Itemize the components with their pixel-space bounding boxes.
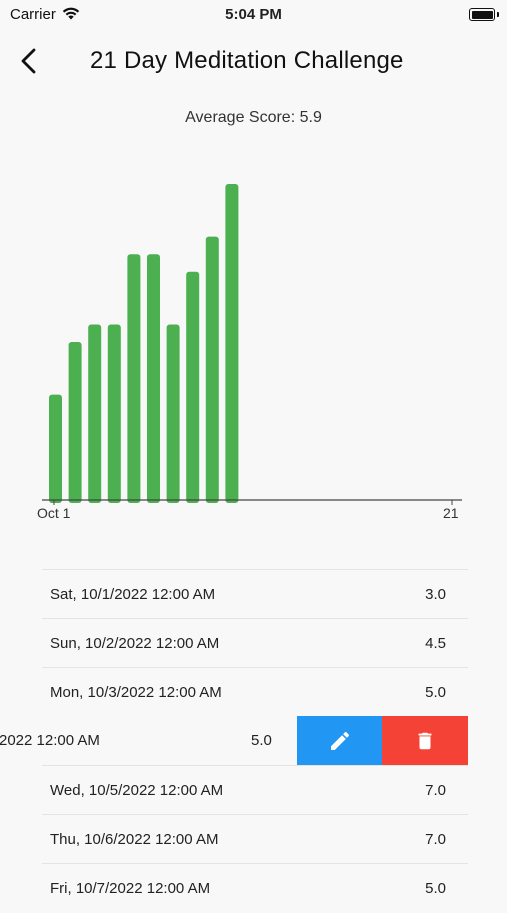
- back-chevron-icon[interactable]: [14, 44, 44, 78]
- chart-bar: [88, 324, 102, 503]
- entry-score: 5.0: [251, 732, 272, 749]
- entry-date: Sun, 10/2/2022 12:00 AM: [50, 635, 220, 652]
- page-title: 21 Day Meditation Challenge: [90, 47, 404, 74]
- pencil-icon: [330, 731, 349, 750]
- entry-score: 5.0: [425, 684, 446, 701]
- entry-score: 7.0: [425, 831, 446, 848]
- entry-date: Wed, 10/5/2022 12:00 AM: [50, 782, 224, 799]
- chart-bar: [49, 394, 62, 503]
- entry-score: 3.0: [425, 586, 446, 603]
- chart-bar: [186, 271, 200, 503]
- entry-date: Fri, 10/7/2022 12:00 AM: [50, 880, 211, 897]
- x-tick-label: Oct 1: [37, 505, 71, 521]
- entry-date: Thu, 10/6/2022 12:00 AM: [50, 831, 219, 848]
- chart-bar: [205, 236, 219, 503]
- chart-bar: [107, 324, 121, 503]
- list-item[interactable]: Sun, 10/2/2022 12:00 AM 4.5: [42, 618, 468, 668]
- list-item[interactable]: Sat, 10/1/2022 12:00 AM 3.0: [42, 569, 468, 619]
- chart-bar: [127, 254, 141, 503]
- entry-score: 4.5: [425, 635, 446, 652]
- edit-button[interactable]: [297, 716, 382, 765]
- trash-icon: [418, 732, 432, 749]
- score-bar-chart: Oct 1 21: [37, 184, 462, 521]
- chart-bar: [68, 342, 82, 503]
- clock: 5:04 PM: [225, 6, 282, 23]
- average-score: Average Score: 5.9: [185, 109, 322, 126]
- chart-bar: [166, 324, 180, 503]
- entry-date: Sat, 10/1/2022 12:00 AM: [50, 586, 216, 603]
- entry-score: 5.0: [425, 880, 446, 897]
- list-item-swiped[interactable]: Tue, 10/4/2022 12:00 AM 5.0: [0, 716, 507, 765]
- entry-score: 7.0: [425, 782, 446, 799]
- status-bar: Carrier 5:04 PM: [0, 0, 507, 30]
- chart-bar: [225, 184, 239, 503]
- x-tick-label: 21: [443, 505, 459, 521]
- nav-bar: 21 Day Meditation Challenge: [0, 38, 507, 84]
- delete-button[interactable]: [382, 716, 468, 765]
- entry-date: Tue, 10/4/2022 12:00 AM: [0, 732, 100, 749]
- chart-bar: [147, 254, 160, 503]
- entry-date: Mon, 10/3/2022 12:00 AM: [50, 684, 222, 701]
- list-item[interactable]: Thu, 10/6/2022 12:00 AM 7.0: [42, 814, 468, 864]
- list-item[interactable]: Fri, 10/7/2022 12:00 AM 5.0: [42, 863, 468, 913]
- list-item[interactable]: Wed, 10/5/2022 12:00 AM 7.0: [42, 765, 468, 815]
- battery-icon: [469, 8, 499, 21]
- list-item[interactable]: Mon, 10/3/2022 12:00 AM 5.0: [42, 667, 468, 717]
